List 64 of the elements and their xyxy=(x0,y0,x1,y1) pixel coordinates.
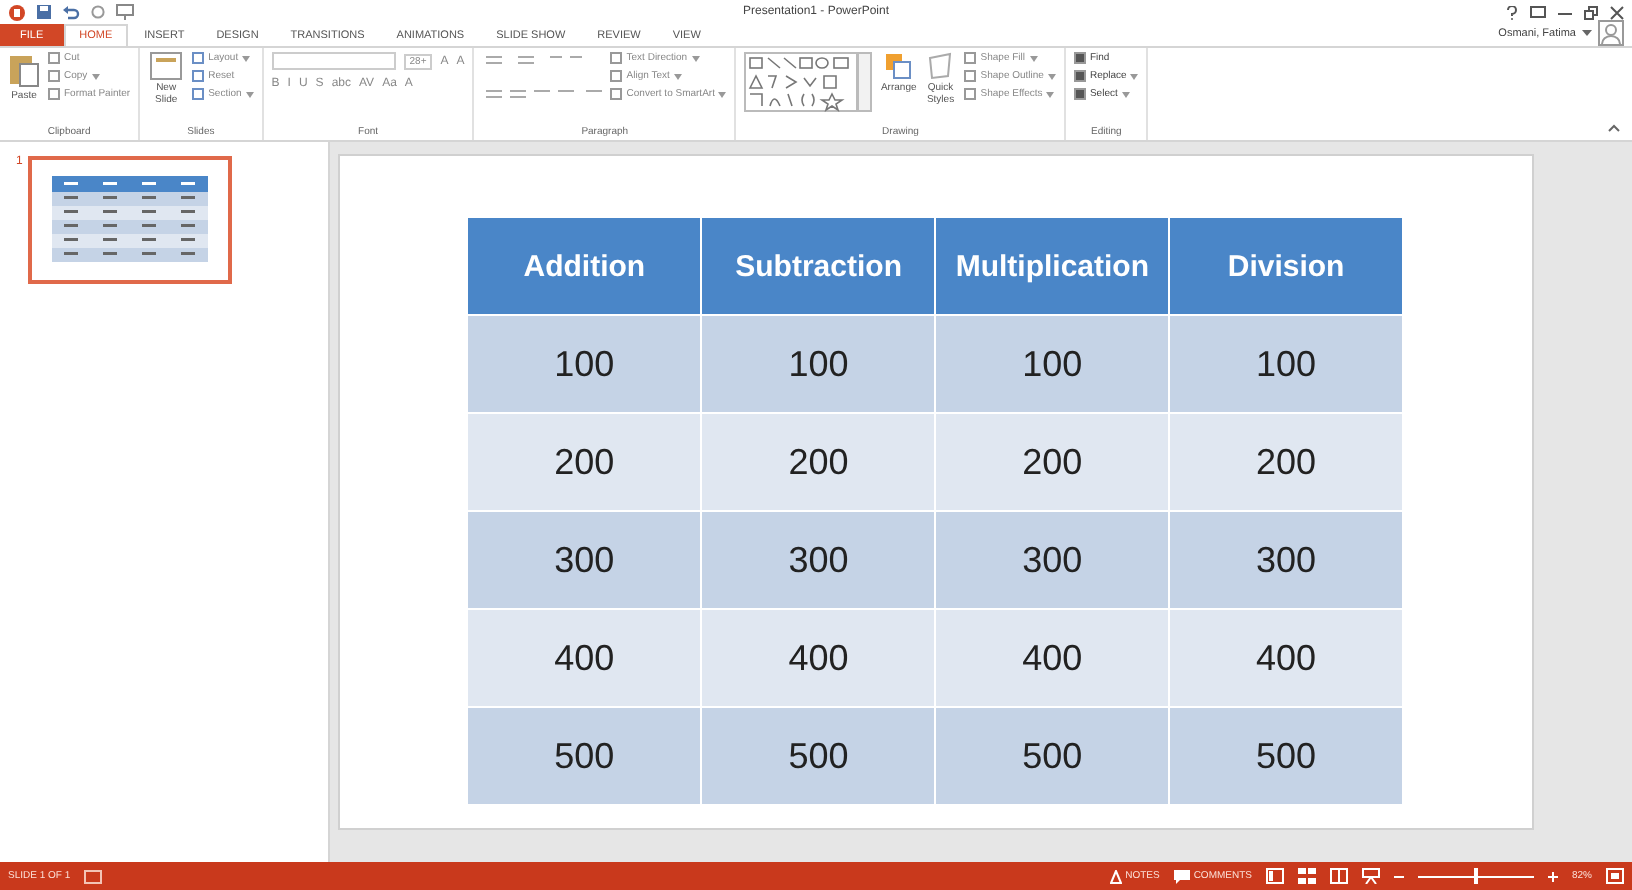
slideshow-icon[interactable] xyxy=(1361,868,1380,884)
slide-thumbnail[interactable] xyxy=(28,156,233,284)
restore-icon[interactable] xyxy=(1584,5,1598,19)
table-cell: 300 xyxy=(468,511,702,609)
table-cell: 500 xyxy=(935,707,1170,804)
column-header: Multiplication xyxy=(935,218,1170,315)
reading-view-icon[interactable] xyxy=(1329,868,1348,884)
caret-icon[interactable] xyxy=(1582,29,1592,37)
table-cell: 300 xyxy=(701,511,936,609)
caret-icon xyxy=(673,73,682,79)
redo-icon[interactable] xyxy=(90,4,106,20)
spell-check-icon[interactable] xyxy=(84,869,103,883)
table-cell: 500 xyxy=(468,707,702,804)
caret-icon xyxy=(91,73,100,79)
normal-view-icon[interactable] xyxy=(1265,868,1284,884)
table-cell: 300 xyxy=(1169,511,1403,609)
zoom-slider-thumb[interactable] xyxy=(1473,868,1478,884)
column-header: Division xyxy=(1169,218,1403,315)
paste-icon xyxy=(8,52,40,88)
arrange-icon xyxy=(884,52,913,80)
table-cell: 400 xyxy=(468,609,702,707)
close-icon[interactable] xyxy=(1610,5,1624,19)
table-cell: 400 xyxy=(935,609,1170,707)
caret-icon xyxy=(1121,91,1130,97)
table-cell: 400 xyxy=(1169,609,1403,707)
table-cell: 200 xyxy=(935,413,1170,511)
caret-icon xyxy=(1046,91,1055,97)
caret-icon xyxy=(718,91,727,97)
undo-icon[interactable] xyxy=(62,4,80,20)
table-cell: 300 xyxy=(935,511,1170,609)
table-cell: 100 xyxy=(701,315,936,413)
table-cell: 200 xyxy=(1169,413,1403,511)
caret-icon xyxy=(242,55,251,61)
table-cell: 100 xyxy=(935,315,1170,413)
table-cell: 500 xyxy=(1169,707,1403,804)
new-slide-icon xyxy=(150,52,183,80)
table-cell: 100 xyxy=(1169,315,1403,413)
save-icon[interactable] xyxy=(36,4,52,20)
shapes-gallery[interactable] xyxy=(744,52,873,112)
zoom-in-button[interactable] xyxy=(1547,871,1558,881)
column-header: Addition xyxy=(468,218,702,315)
caret-icon xyxy=(1130,73,1139,79)
table-cell: 100 xyxy=(468,315,702,413)
help-icon[interactable] xyxy=(1506,5,1518,19)
caret-icon xyxy=(1029,55,1037,61)
ribbon-display-icon[interactable] xyxy=(1530,6,1546,18)
notes-icon xyxy=(1109,869,1122,883)
slide-sorter-icon[interactable] xyxy=(1297,868,1316,884)
caret-icon xyxy=(691,55,700,61)
quick-styles-icon xyxy=(926,52,955,80)
zoom-slider[interactable] xyxy=(1417,868,1534,884)
slideshow-icon[interactable] xyxy=(116,4,134,20)
table-cell: 200 xyxy=(468,413,702,511)
font-name-field[interactable] xyxy=(271,52,396,70)
table-cell: 500 xyxy=(701,707,936,804)
caret-icon xyxy=(245,91,254,97)
table-cell: 200 xyxy=(701,413,936,511)
table-cell: 400 xyxy=(701,609,936,707)
collapse-ribbon-icon[interactable] xyxy=(1608,124,1620,132)
fit-slide-icon[interactable] xyxy=(1606,868,1624,884)
caret-icon xyxy=(1047,73,1056,79)
column-header: Subtraction xyxy=(701,218,936,315)
zoom-out-button[interactable] xyxy=(1393,871,1404,881)
comment-icon xyxy=(1173,869,1190,883)
